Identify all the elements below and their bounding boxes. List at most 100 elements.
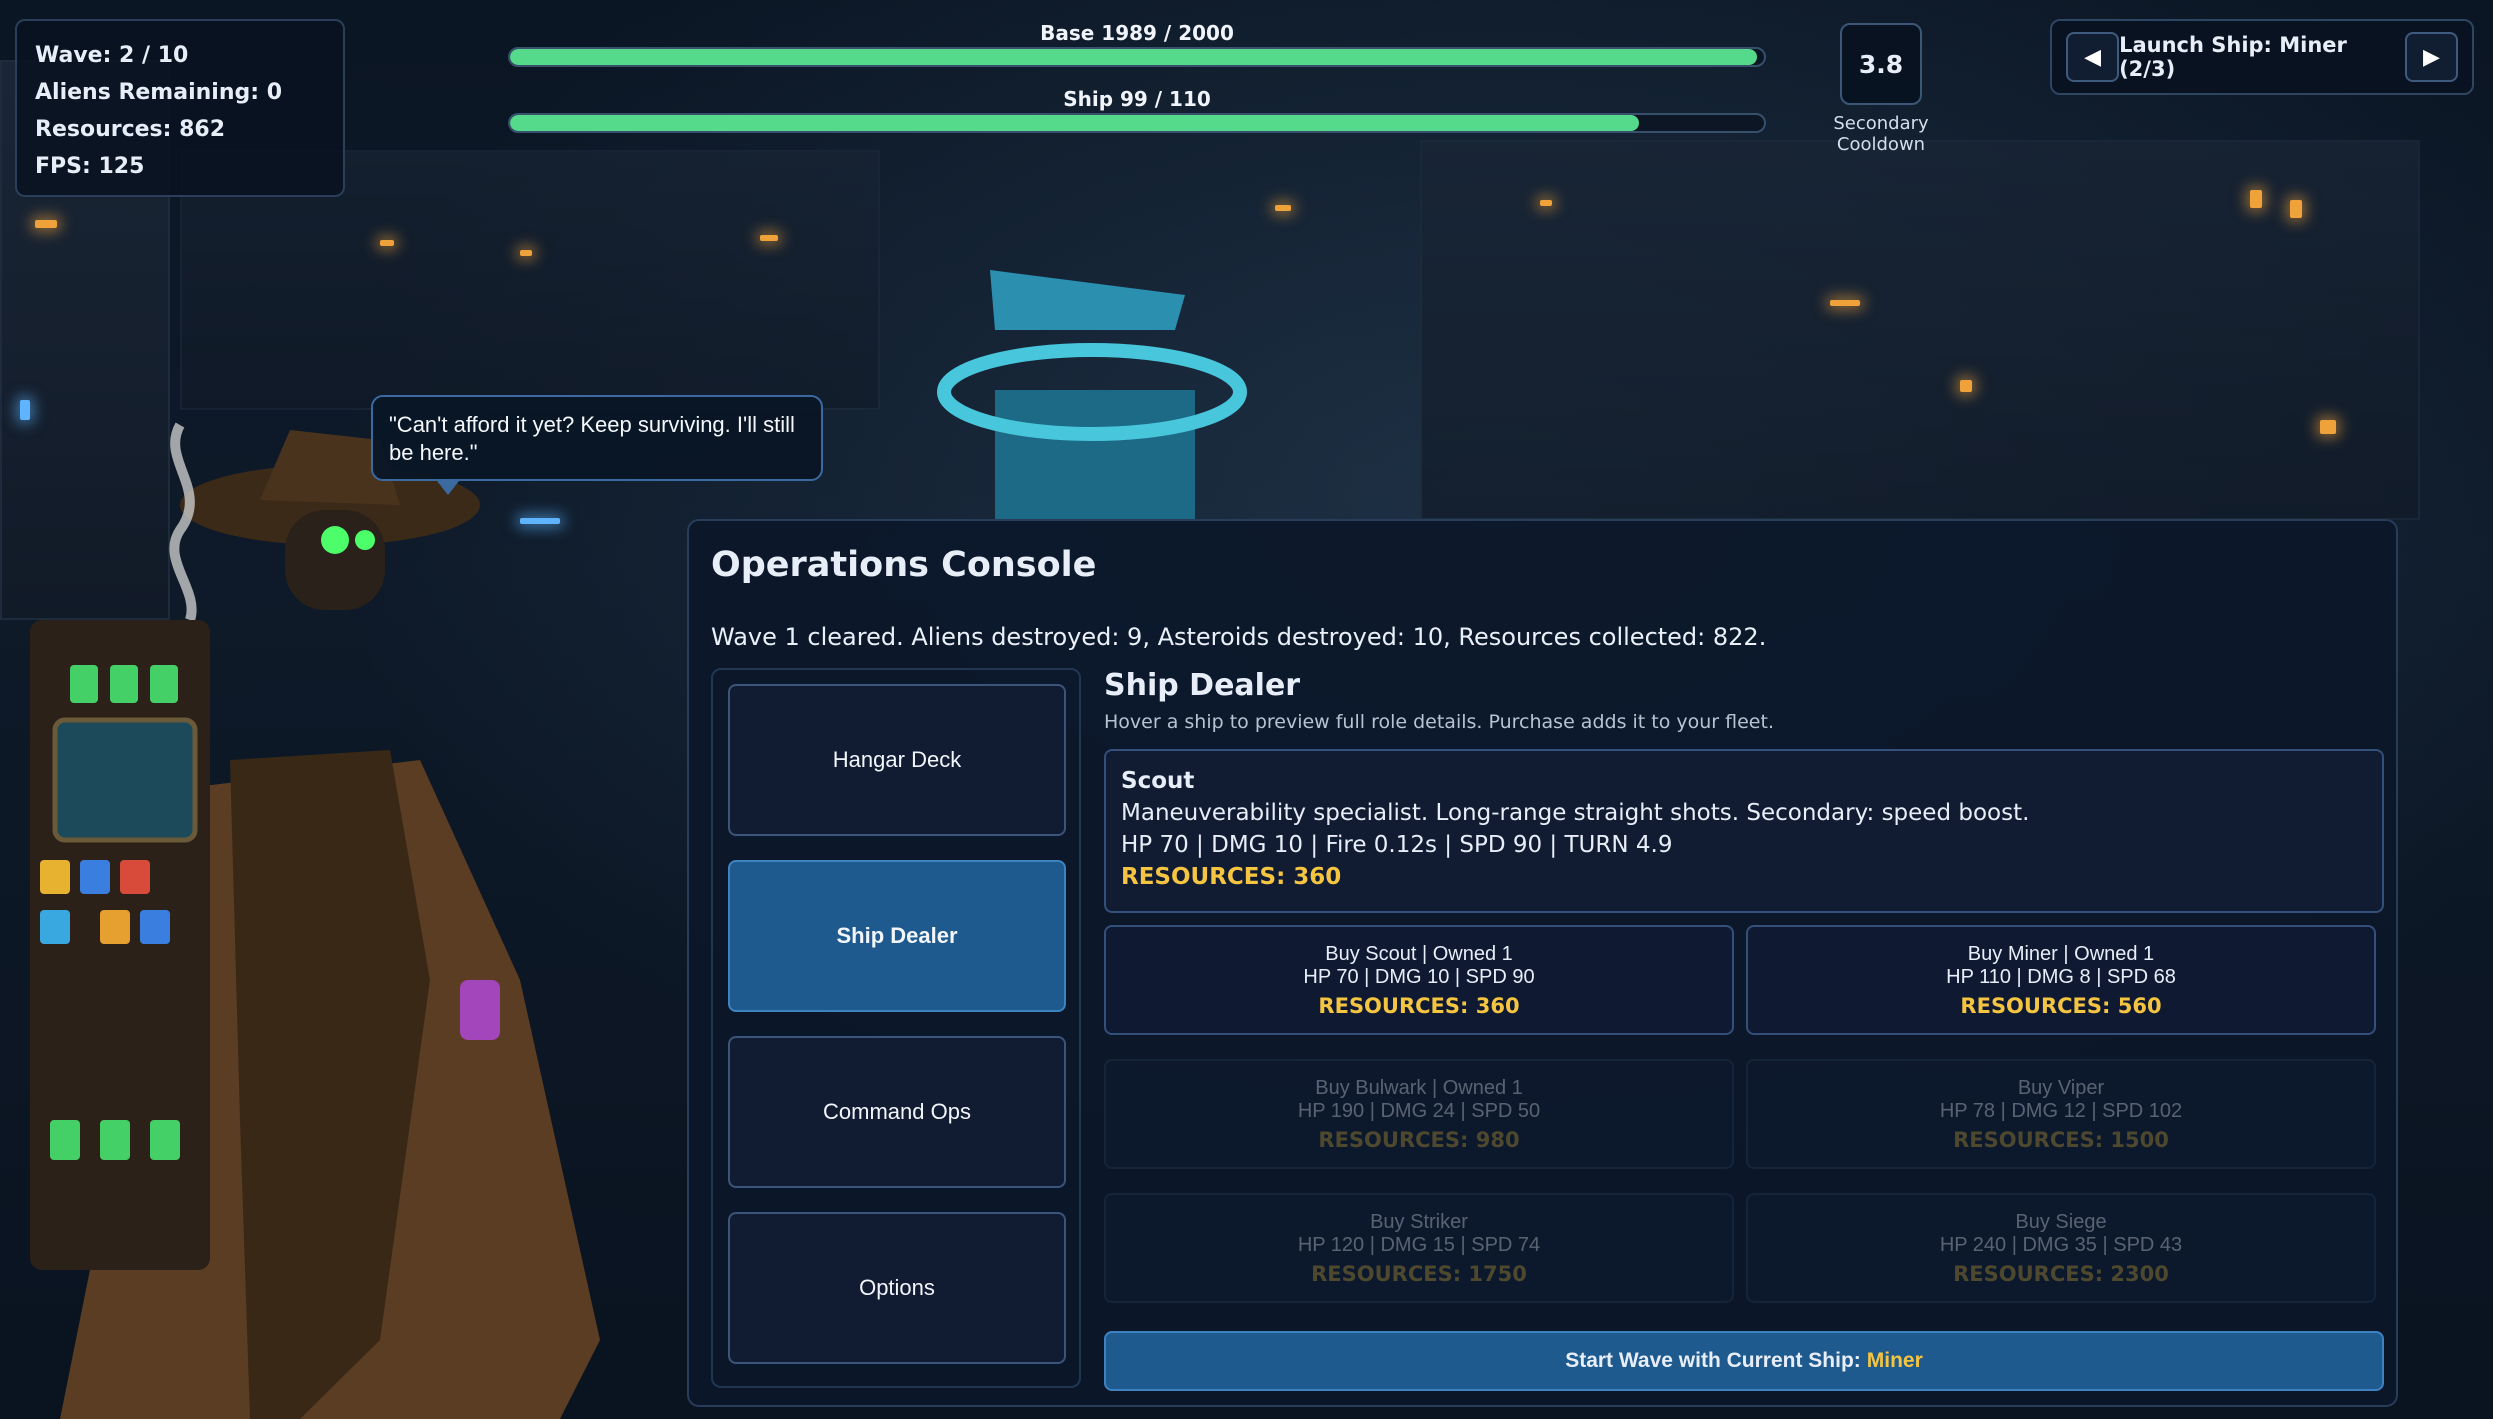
ship-health-bar (508, 113, 1766, 133)
ship-offer-stats: HP 110 | DMG 8 | SPD 68 (1946, 966, 2176, 988)
bg-light (2320, 420, 2336, 434)
start-wave-label: Start Wave with Current Ship: (1565, 1349, 1861, 1372)
coat-gem (80, 860, 110, 894)
secondary-cooldown-label: Secondary Cooldown (1833, 113, 1929, 155)
nav-options-button[interactable]: Options (728, 1212, 1066, 1364)
coat-gem (100, 910, 130, 944)
console-title: Operations Console (711, 545, 1097, 585)
buy-scout-button[interactable]: Buy Scout | Owned 1 HP 70 | DMG 10 | SPD… (1104, 925, 1734, 1035)
bg-structure (1420, 140, 2420, 520)
start-wave-button[interactable]: Start Wave with Current Ship: Miner (1104, 1331, 2384, 1391)
ship-dealer-subtitle: Hover a ship to preview full role detail… (1104, 711, 1774, 733)
coat-gem (150, 1120, 180, 1160)
base-health-fill (510, 49, 1758, 65)
aliens-remaining: Aliens Remaining: 0 (35, 80, 282, 105)
preview-ship-name: Scout (1121, 768, 1195, 794)
preview-ship-description: Maneuverability specialist. Long-range s… (1121, 800, 2030, 826)
smoke-wisp (169, 422, 197, 622)
merchant-goggle-left (321, 526, 349, 554)
ship-offer-price: RESOURCES: 1500 (1953, 1128, 2169, 1152)
prev-ship-button[interactable]: ◀ (2066, 32, 2120, 82)
buy-bulwark-button[interactable]: Buy Bulwark | Owned 1 HP 190 | DMG 24 | … (1104, 1059, 1734, 1169)
console-status-message: Wave 1 cleared. Aliens destroyed: 9, Ast… (711, 623, 1767, 651)
ship-offer-title: Buy Scout | Owned 1 (1325, 943, 1513, 965)
next-ship-button[interactable]: ▶ (2404, 32, 2458, 82)
coat-gem (50, 1120, 80, 1160)
tower-body (995, 390, 1195, 520)
coat-gem (140, 910, 170, 944)
nav-command-ops-button[interactable]: Command Ops (728, 1036, 1066, 1188)
buy-striker-button[interactable]: Buy Striker HP 120 | DMG 15 | SPD 74 RES… (1104, 1193, 1734, 1303)
ship-offer-stats: HP 240 | DMG 35 | SPD 43 (1939, 1234, 2183, 1256)
coat-gem (40, 910, 70, 944)
ship-offer-title: Buy Bulwark | Owned 1 (1315, 1077, 1523, 1099)
ship-health-fill (510, 115, 1639, 131)
ship-health: Ship 99 / 110 (508, 87, 1766, 133)
preview-ship-stats: HP 70 | DMG 10 | Fire 0.12s | SPD 90 | T… (1121, 832, 1673, 858)
merchant-mask (285, 510, 385, 610)
bg-light (20, 400, 30, 420)
console-nav: Hangar Deck Ship Dealer Command Ops Opti… (711, 668, 1081, 1388)
ship-health-label: Ship 99 / 110 (1063, 87, 1211, 111)
bg-light (1275, 205, 1291, 211)
tower-cannon (990, 270, 1185, 330)
bg-light (2250, 190, 2262, 208)
ship-offer-price: RESOURCES: 980 (1318, 1128, 1520, 1152)
ship-offer-price: RESOURCES: 560 (1960, 994, 2162, 1018)
base-health-bar (508, 47, 1766, 67)
fps-counter: FPS: 125 (35, 154, 145, 179)
coat-gem (150, 665, 178, 703)
ship-offer-stats: HP 190 | DMG 24 | SPD 50 (1297, 1100, 1541, 1122)
chevron-right-icon: ▶ (2423, 44, 2440, 70)
buy-miner-button[interactable]: Buy Miner | Owned 1 HP 110 | DMG 8 | SPD… (1746, 925, 2376, 1035)
operations-console: Operations Console Wave 1 cleared. Alien… (687, 519, 2398, 1407)
buy-siege-button[interactable]: Buy Siege HP 240 | DMG 35 | SPD 43 RESOU… (1746, 1193, 2376, 1303)
coat-gem (70, 665, 98, 703)
ship-offer-stats: HP 78 | DMG 12 | SPD 102 (1939, 1100, 2183, 1122)
ship-offer-title: Buy Viper (2017, 1077, 2105, 1099)
speech-bubble-tail (437, 481, 459, 495)
bg-light (2290, 200, 2302, 218)
merchant-goggle-right (355, 530, 375, 550)
secondary-cooldown-value: 3.8 (1840, 23, 1922, 105)
buy-viper-button[interactable]: Buy Viper HP 78 | DMG 12 | SPD 102 RESOU… (1746, 1059, 2376, 1169)
launch-ship-label: Launch Ship: Miner (2/3) (2119, 33, 2347, 81)
ship-dealer-panel: Ship Dealer Hover a ship to preview full… (1104, 668, 2384, 1391)
coat-gem (120, 860, 150, 894)
ship-offer-title: Buy Siege (2015, 1211, 2107, 1233)
ship-offer-price: RESOURCES: 360 (1318, 994, 1520, 1018)
start-wave-ship: Miner (1866, 1349, 1923, 1372)
coat-gem (110, 665, 138, 703)
ship-offer-title: Buy Miner | Owned 1 (1967, 943, 2155, 965)
bg-light (760, 235, 778, 241)
coat-gem (40, 860, 70, 894)
nav-ship-dealer-button[interactable]: Ship Dealer (728, 860, 1066, 1012)
ship-preview-card: Scout Maneuverability specialist. Long-r… (1104, 749, 2384, 913)
launch-ship-selector: ◀ Launch Ship: Miner (2/3) ▶ (2050, 19, 2474, 95)
ship-offer-stats: HP 70 | DMG 10 | SPD 90 (1303, 966, 1535, 988)
resources-counter: Resources: 862 (35, 117, 226, 142)
ship-offer-price: RESOURCES: 1750 (1311, 1262, 1527, 1286)
base-health-label: Base 1989 / 2000 (1040, 21, 1234, 45)
merchant-character (30, 422, 600, 1419)
base-health: Base 1989 / 2000 (508, 21, 1766, 67)
bg-light (1540, 200, 1552, 206)
chevron-left-icon: ◀ (2084, 44, 2101, 70)
bg-light (1960, 380, 1972, 392)
coat-gem (100, 1120, 130, 1160)
wave-counter: Wave: 2 / 10 (35, 43, 189, 68)
ship-offer-grid: Buy Scout | Owned 1 HP 70 | DMG 10 | SPD… (1104, 925, 2384, 1303)
nav-hangar-deck-button[interactable]: Hangar Deck (728, 684, 1066, 836)
ship-dealer-title: Ship Dealer (1104, 668, 1301, 703)
bg-light (35, 220, 57, 228)
ship-offer-title: Buy Striker (1370, 1211, 1468, 1233)
coat-screen (52, 717, 198, 843)
bg-light (520, 250, 532, 256)
ship-offer-price: RESOURCES: 2300 (1953, 1262, 2169, 1286)
preview-ship-price: RESOURCES: 360 (1121, 864, 1342, 890)
bg-light (380, 240, 394, 246)
potion-vial (460, 980, 500, 1040)
bg-light (1830, 300, 1860, 306)
hud-stats-panel: Wave: 2 / 10 Aliens Remaining: 0 Resourc… (15, 19, 345, 197)
base-tower (937, 270, 1247, 520)
